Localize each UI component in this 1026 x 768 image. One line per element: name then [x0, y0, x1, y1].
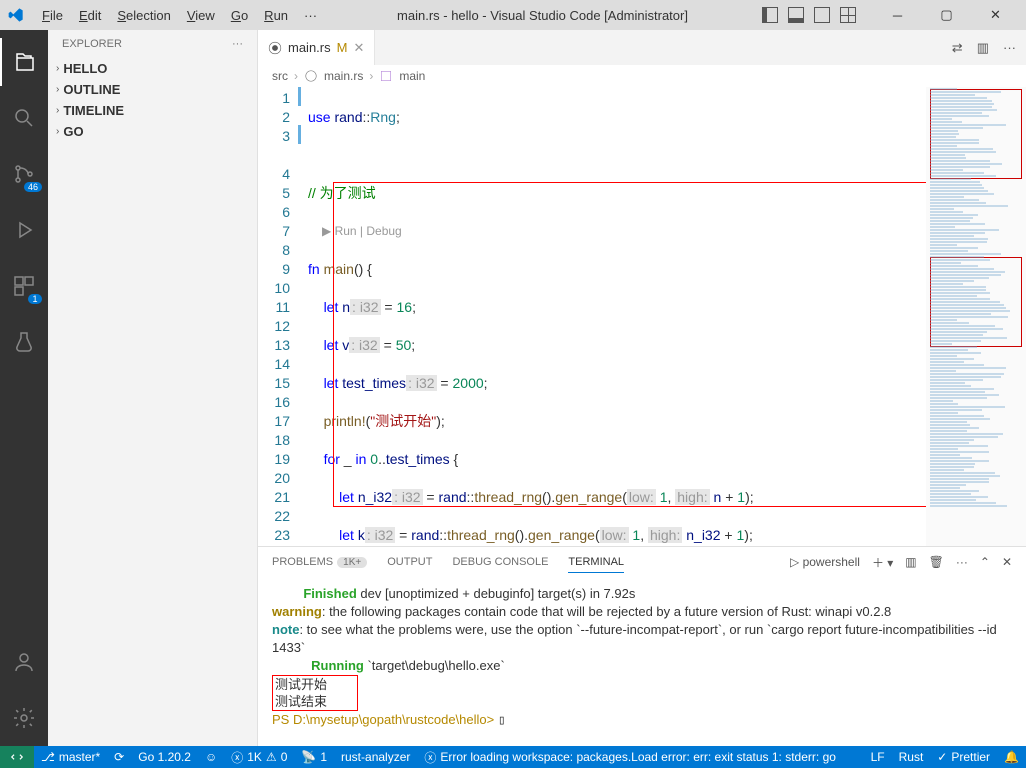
status-bar: ⎇ master* ⟳ Go 1.20.2 ☺ ⓧ 1K ⚠ 0 📡 1 rus…	[0, 746, 1026, 768]
activity-test[interactable]	[0, 318, 48, 366]
new-terminal-icon[interactable]: ＋ ▾	[872, 554, 893, 571]
panel-maximize-icon[interactable]: ⌃	[980, 555, 990, 569]
editor-actions: ⇄ ▥ ···	[952, 40, 1026, 56]
tab-main-rs[interactable]: main.rs M ✕	[258, 30, 375, 65]
bottom-panel: PROBLEMS1K+ OUTPUT DEBUG CONSOLE TERMINA…	[258, 546, 1026, 746]
activity-extensions[interactable]: 1	[0, 262, 48, 310]
scm-badge: 46	[24, 182, 42, 192]
tab-close-icon[interactable]: ✕	[353, 40, 364, 56]
sidebar-section-outline[interactable]: ›OUTLINE	[48, 79, 257, 100]
breadcrumb[interactable]: src› main.rs› main	[258, 65, 1026, 87]
tab-modified: M	[337, 40, 348, 55]
explorer-more-icon[interactable]: ···	[232, 38, 243, 50]
terminal-output[interactable]: Finished dev [unoptimized + debuginfo] t…	[258, 577, 1026, 746]
menu-more[interactable]: ···	[298, 4, 323, 27]
split-icon[interactable]: ▥	[977, 40, 989, 56]
kill-terminal-icon[interactable]: 🗑	[929, 555, 944, 569]
panel-tab-debug[interactable]: DEBUG CONSOLE	[452, 552, 548, 572]
status-errors[interactable]: ⓧ 1K ⚠ 0	[224, 746, 294, 768]
vscode-logo-icon	[8, 7, 24, 23]
panel-bottom-icon[interactable]	[788, 7, 804, 23]
panel-tab-terminal[interactable]: TERMINAL	[568, 552, 624, 573]
status-feedback[interactable]: ☺	[198, 746, 224, 768]
menu-selection[interactable]: Selection	[111, 4, 176, 27]
status-radio[interactable]: 📡 1	[294, 746, 334, 768]
menu-run[interactable]: Run	[258, 4, 294, 27]
remote-indicator[interactable]	[0, 746, 34, 768]
line-gutter: 1 2 3 4 5 6 7 8 9 10 11 12 13 14 15 16 1…	[258, 87, 308, 546]
activity-explorer[interactable]	[0, 38, 48, 86]
activity-scm[interactable]: 46	[0, 150, 48, 198]
ext-badge: 1	[28, 294, 42, 304]
status-branch[interactable]: ⎇ master*	[34, 746, 107, 768]
editor-area: main.rs M ✕ ⇄ ▥ ··· src› main.rs› main 1…	[258, 30, 1026, 746]
editor-more-icon[interactable]: ···	[1003, 40, 1016, 56]
tab-bar: main.rs M ✕ ⇄ ▥ ···	[258, 30, 1026, 65]
status-prettier[interactable]: ✓ Prettier	[930, 746, 997, 768]
sidebar-section-go[interactable]: ›GO	[48, 121, 257, 142]
minimap[interactable]: for(let i=0;i<140;i++)document.write('<d…	[926, 87, 1026, 546]
status-notifications[interactable]: 🔔	[997, 746, 1026, 768]
status-sync[interactable]: ⟳	[107, 746, 131, 768]
activity-settings[interactable]	[0, 694, 48, 742]
chevron-right-icon: ›	[56, 105, 59, 116]
rust-file-icon	[268, 41, 282, 55]
chevron-right-icon: ›	[56, 126, 59, 137]
panel-tab-output[interactable]: OUTPUT	[387, 552, 432, 572]
activity-search[interactable]	[0, 94, 48, 142]
activity-debug[interactable]	[0, 206, 48, 254]
maximize-button[interactable]: ▢	[924, 0, 969, 30]
sidebar-section-timeline[interactable]: ›TIMELINE	[48, 100, 257, 121]
title-bar: File Edit Selection View Go Run ··· main…	[0, 0, 1026, 30]
status-error-msg[interactable]: ⓧ Error loading workspace: packages.Load…	[417, 746, 843, 768]
window-title: main.rs - hello - Visual Studio Code [Ad…	[327, 8, 758, 23]
menu-edit[interactable]: Edit	[73, 4, 107, 27]
minimize-button[interactable]: ─	[875, 0, 920, 30]
status-rust-analyzer[interactable]: rust-analyzer	[334, 746, 417, 768]
layout-icons	[762, 7, 856, 23]
sidebar-section-hello[interactable]: ›HELLO	[48, 58, 257, 79]
activity-bar: 46 1	[0, 30, 48, 746]
activity-account[interactable]	[0, 638, 48, 686]
panel-tabs: PROBLEMS1K+ OUTPUT DEBUG CONSOLE TERMINA…	[258, 547, 1026, 577]
symbol-icon	[379, 69, 393, 83]
status-eol[interactable]: LF	[864, 746, 892, 768]
menu-file[interactable]: File	[36, 4, 69, 27]
terminal-shell-selector[interactable]: ▷ powershell	[790, 555, 860, 569]
chevron-right-icon: ›	[56, 63, 59, 74]
close-button[interactable]: ✕	[973, 0, 1018, 30]
explorer-title: EXPLORER	[62, 38, 122, 50]
panel-more-icon[interactable]: ···	[956, 555, 968, 569]
panel-right-icon[interactable]	[814, 7, 830, 23]
rust-file-icon	[304, 69, 318, 83]
split-terminal-icon[interactable]: ▥	[905, 555, 916, 569]
codelens-run-debug[interactable]: ▶ Run | Debug	[308, 222, 926, 241]
tab-label: main.rs	[288, 40, 331, 55]
status-lang[interactable]: Rust	[892, 746, 931, 768]
panel-left-icon[interactable]	[762, 7, 778, 23]
compare-icon[interactable]: ⇄	[952, 40, 963, 56]
panel-tab-problems[interactable]: PROBLEMS1K+	[272, 552, 367, 572]
menu-view[interactable]: View	[181, 4, 221, 27]
code-content[interactable]: use rand::Rng; // 为了测试 ▶ Run | Debug fn …	[308, 87, 926, 546]
layout-grid-icon[interactable]	[840, 7, 856, 23]
terminal-highlight-box: 测试开始 测试结束	[272, 675, 358, 711]
explorer-sidebar: EXPLORER ··· ›HELLO ›OUTLINE ›TIMELINE ›…	[48, 30, 258, 746]
menu-go[interactable]: Go	[225, 4, 254, 27]
panel-close-icon[interactable]: ✕	[1002, 555, 1012, 569]
status-go[interactable]: Go 1.20.2	[131, 746, 198, 768]
code-editor[interactable]: 1 2 3 4 5 6 7 8 9 10 11 12 13 14 15 16 1…	[258, 87, 1026, 546]
chevron-right-icon: ›	[56, 84, 59, 95]
